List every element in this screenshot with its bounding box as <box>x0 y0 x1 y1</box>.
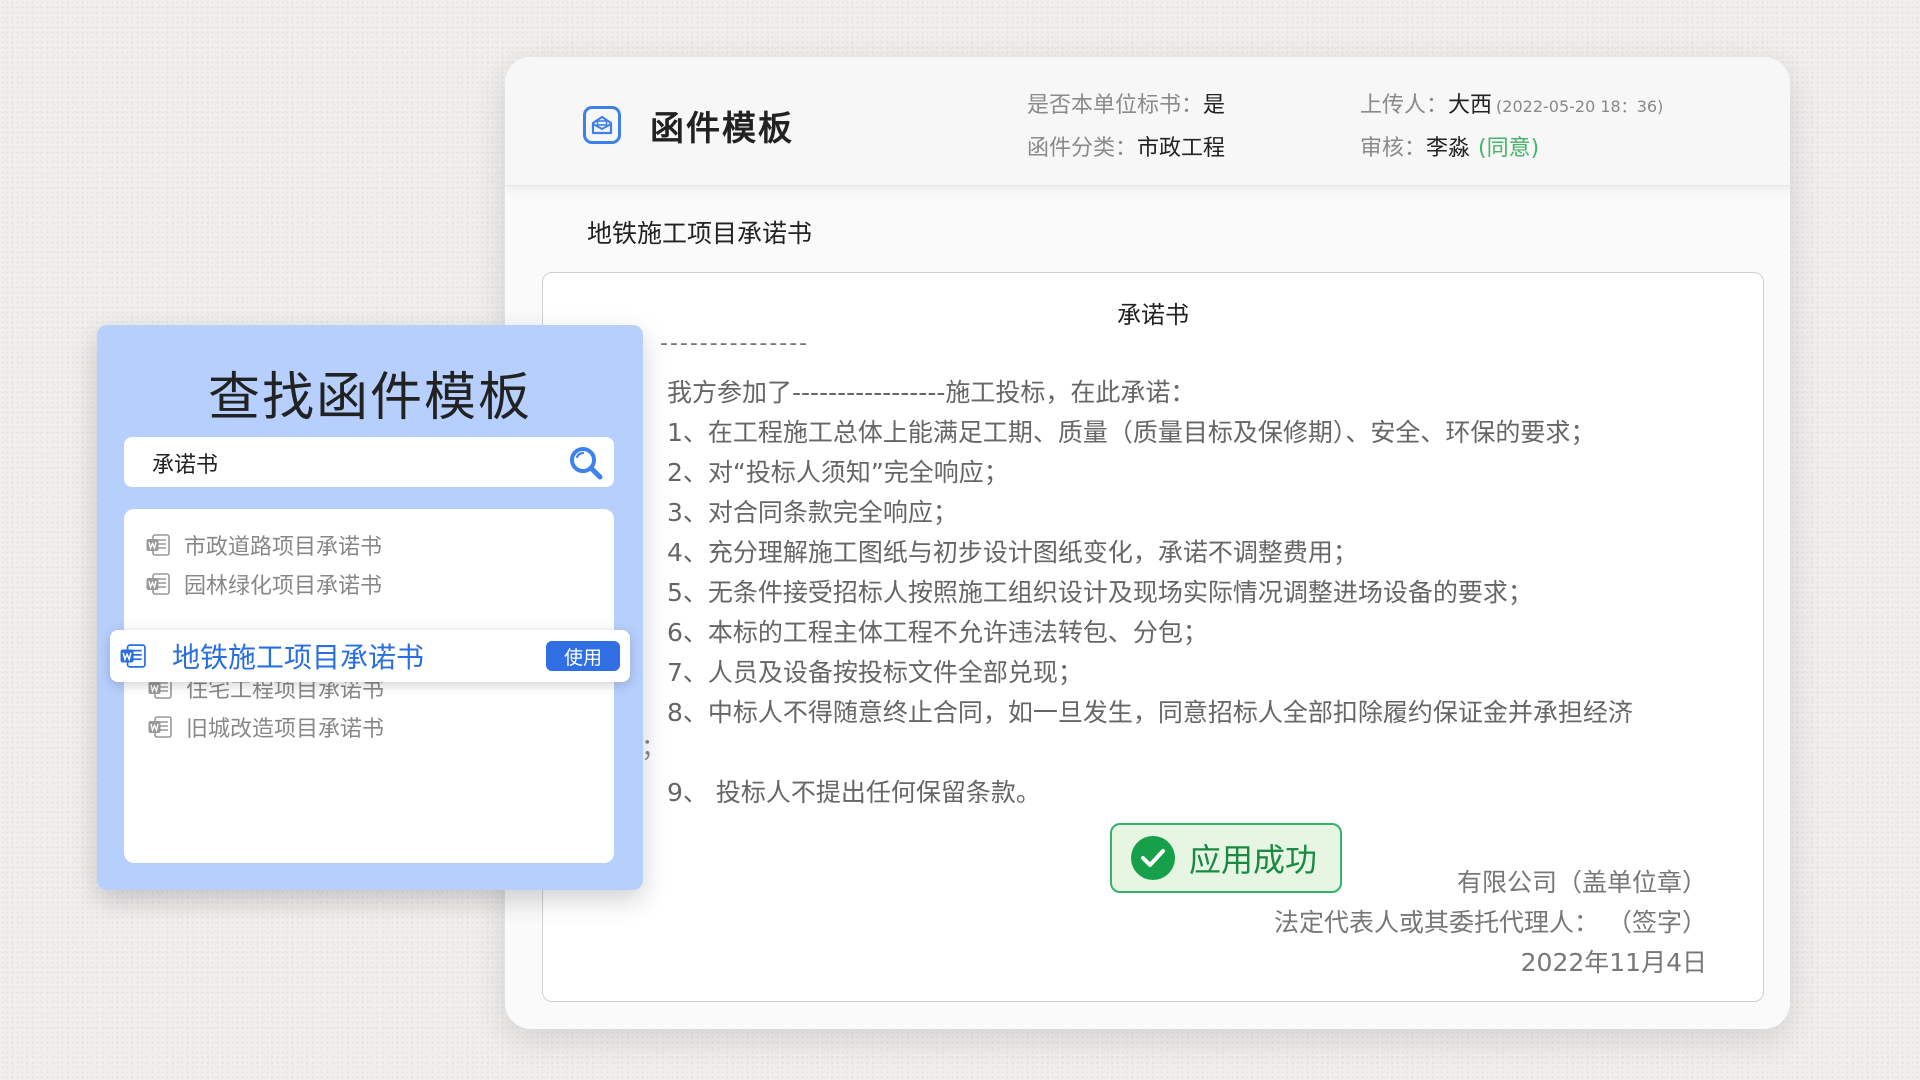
uploader-field: 上传人：大西 (2022-05-20 18：36) <box>1360 87 1663 119</box>
category-field: 函件分类：市政工程 <box>1027 130 1225 162</box>
document-title: 地铁施工项目承诺书 <box>587 219 813 248</box>
result-item-1[interactable]: 园林绿化项目承诺书 <box>146 569 382 599</box>
result-item-2-selected[interactable]: 地铁施工项目承诺书 使用 <box>110 630 630 682</box>
result-item-4[interactable]: 旧城改造项目承诺书 <box>148 712 384 742</box>
panel-title: 查找函件模板 <box>207 368 532 428</box>
signature-date: 2022年11月4日 <box>1520 948 1707 977</box>
template-detail-card: 函件模板 是否本单位标书：是 函件分类：市政工程 上传人：大西 (2022-05-… <box>505 57 1790 1029</box>
result-label: 地铁施工项目承诺书 <box>172 641 425 674</box>
word-doc-icon <box>148 716 172 738</box>
results-list: 市政道路项目承诺书 园林绿化项目承诺书 住宅工程项目承诺书 旧城改造项目承诺书 <box>124 509 614 863</box>
signature-company: 有限公司（盖单位章） <box>1456 868 1707 897</box>
document-preview: 承诺书 --------------- 我方参加了---------------… <box>542 272 1764 1002</box>
recipient-blank: --------------- <box>660 331 810 356</box>
app-title: 函件模板 <box>650 109 794 149</box>
word-doc-icon <box>146 534 170 556</box>
mail-template-icon <box>583 106 621 144</box>
clause-1: 1、在工程施工总体上能满足工期、质量（质量目标及保修期）、安全、环保的要求； <box>667 418 1596 447</box>
signature-representative: 法定代表人或其委托代理人： （签字） <box>1274 908 1707 937</box>
result-label: 园林绿化项目承诺书 <box>184 574 383 599</box>
clause-9: 9、 投标人不提出任何保留条款。 <box>667 778 1041 807</box>
success-text: 应用成功 <box>1189 841 1318 879</box>
clause-7: 7、人员及设备按投标文件全部兑现； <box>667 658 1083 687</box>
clause-8-overflow: ； <box>641 733 667 762</box>
category-value: 市政工程 <box>1137 136 1226 161</box>
result-label: 市政道路项目承诺书 <box>184 535 383 560</box>
review-status: (同意) <box>1478 136 1540 161</box>
uploader-value: 大西 <box>1448 93 1493 118</box>
own-unit-label: 是否本单位标书： <box>1027 93 1204 118</box>
result-label: 旧城改造项目承诺书 <box>186 717 385 742</box>
search-box <box>124 437 614 489</box>
letter-intro: 我方参加了-----------------施工投标，在此承诺： <box>667 378 1196 407</box>
category-label: 函件分类： <box>1027 136 1138 161</box>
uploader-label: 上传人： <box>1360 93 1449 118</box>
clause-5: 5、无条件接受招标人按照施工组织设计及现场实际情况调整进场设备的要求； <box>667 578 1533 607</box>
card-header: 函件模板 是否本单位标书：是 函件分类：市政工程 上传人：大西 (2022-05-… <box>505 57 1790 186</box>
word-doc-icon <box>120 644 146 668</box>
word-doc-icon <box>146 573 170 595</box>
search-icon[interactable] <box>566 443 606 483</box>
use-button[interactable]: 使用 <box>546 641 620 671</box>
check-circle-icon <box>1131 836 1175 880</box>
reviewer-value: 李淼 <box>1426 136 1471 161</box>
own-unit-field: 是否本单位标书：是 <box>1027 87 1225 119</box>
apply-success-toast: 应用成功 <box>1110 823 1342 893</box>
search-input[interactable] <box>150 437 554 489</box>
result-item-0[interactable]: 市政道路项目承诺书 <box>146 530 382 560</box>
clause-8: 8、中标人不得随意终止合同，如一旦发生，同意招标人全部扣除履约保证金并承担经济 <box>667 698 1633 727</box>
upload-time: (2022-05-20 18：36) <box>1496 97 1664 116</box>
letter-heading: 承诺书 <box>1117 301 1189 329</box>
own-unit-value: 是 <box>1203 93 1226 118</box>
reviewer-field: 审核：李淼 (同意) <box>1360 130 1539 162</box>
clause-2: 2、对“投标人须知”完全响应； <box>667 458 1009 487</box>
clause-4: 4、充分理解施工图纸与初步设计图纸变化，承诺不调整费用； <box>667 538 1358 567</box>
template-search-panel: 查找函件模板 市政道路项目承诺书 园林绿化项目承诺书 住宅工程项目承诺书 旧城改… <box>97 325 643 890</box>
reviewer-label: 审核： <box>1360 136 1427 161</box>
clause-3: 3、对合同条款完全响应； <box>667 498 958 527</box>
clause-6: 6、本标的工程主体工程不允许违法转包、分包； <box>667 618 1208 647</box>
